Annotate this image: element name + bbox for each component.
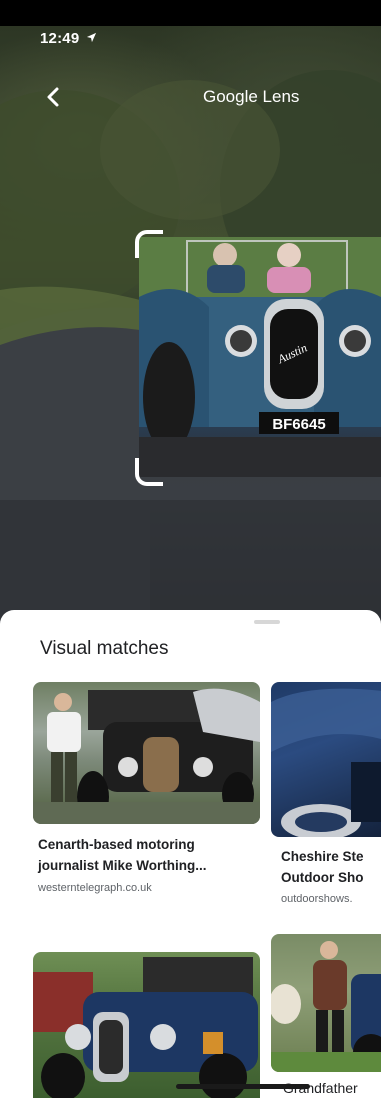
license-plate-text: BF6645 (272, 416, 325, 433)
status-time: 12:49 (40, 30, 97, 47)
results-bottom-sheet[interactable]: Visual matches Cenarth-based motoring jo… (0, 610, 381, 1098)
vintage-car-image: Austin BF6645 (139, 237, 381, 477)
chevron-left-icon (47, 87, 59, 107)
crop-corner-bottom-left[interactable] (135, 458, 163, 486)
car-closeup-thumbnail (271, 688, 381, 837)
status-time-text: 12:49 (40, 30, 80, 47)
result-title-2-line2[interactable]: Outdoor Sho (281, 867, 363, 888)
result-source-2[interactable]: outdoorshows. (281, 893, 353, 905)
home-indicator (176, 1084, 310, 1089)
man-with-car-thumbnail (271, 941, 381, 1072)
status-bar (0, 0, 381, 26)
result-thumbnail-4[interactable] (271, 934, 381, 1072)
result-source-1[interactable]: westerntelegraph.co.uk (38, 882, 152, 894)
selected-image-region[interactable]: Austin BF6645 (139, 237, 381, 477)
app-title: Google Lens (203, 87, 300, 106)
result-thumbnail-3[interactable] (33, 952, 260, 1098)
result-title-1-line1[interactable]: Cenarth-based motoring (38, 834, 195, 855)
result-title-2-line1[interactable]: Cheshire Ste (281, 846, 364, 867)
crop-corner-top-left[interactable] (135, 230, 163, 258)
google-lens-screen: 12:49 Google Lens Austin BF6645 Visual m… (0, 0, 381, 1098)
visual-matches-heading: Visual matches (40, 638, 169, 659)
car-photo-thumbnail (33, 688, 260, 824)
result-thumbnail-2[interactable] (271, 682, 381, 837)
result-thumbnail-1[interactable] (33, 682, 260, 824)
result-title-1-line2[interactable]: journalist Mike Worthing... (38, 855, 207, 876)
location-arrow-icon (86, 32, 96, 43)
drag-handle[interactable] (254, 620, 280, 624)
blue-car-thumbnail (33, 957, 258, 1098)
back-button[interactable] (40, 82, 70, 112)
